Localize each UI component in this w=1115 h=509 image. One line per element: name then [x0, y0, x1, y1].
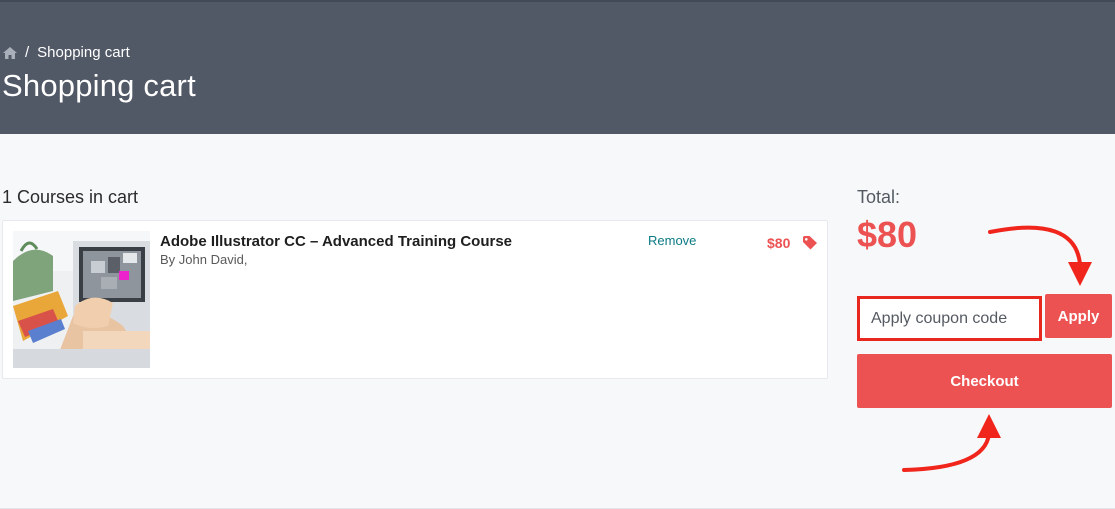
coupon-input[interactable]	[857, 296, 1042, 341]
breadcrumb-separator: /	[25, 44, 30, 61]
apply-button[interactable]: Apply	[1045, 294, 1112, 338]
tag-icon	[803, 236, 818, 250]
total-value: $80	[857, 214, 918, 255]
checkout-button[interactable]: Checkout	[857, 354, 1112, 408]
remove-link[interactable]: Remove	[648, 233, 696, 248]
breadcrumb-current: Shopping cart	[37, 44, 130, 61]
arrow-to-checkout	[902, 414, 1001, 472]
course-title[interactable]: Adobe Illustrator CC – Advanced Training…	[160, 233, 512, 250]
cart-count: 1 Courses in cart	[2, 187, 139, 207]
total-label: Total:	[857, 187, 901, 207]
cart-item: Adobe Illustrator CC – Advanced Training…	[2, 220, 828, 379]
page-title: Shopping cart	[2, 68, 196, 103]
course-author: By John David,	[160, 252, 248, 267]
arrow-to-apply	[988, 225, 1092, 286]
course-price: $80	[767, 235, 791, 251]
page-header: / Shopping cart Shopping cart	[0, 0, 1115, 134]
breadcrumb: / Shopping cart	[3, 44, 130, 61]
home-icon[interactable]	[3, 46, 17, 59]
course-thumbnail[interactable]	[13, 231, 150, 368]
